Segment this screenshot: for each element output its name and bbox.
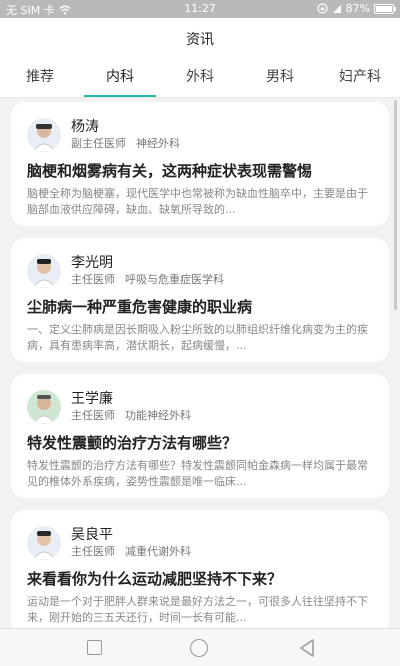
article-list[interactable]: 杨涛 副主任医师 神经外科 脑梗和烟雾病有关，这两种症状表现需警惕 脑梗全称为脑梗…	[0, 98, 400, 628]
author-title: 副主任医师	[71, 137, 126, 150]
avatar	[27, 526, 61, 560]
author-name: 王学廉	[71, 391, 113, 407]
avatar	[27, 118, 61, 152]
article-card[interactable]: 杨涛 副主任医师 神经外科 脑梗和烟雾病有关，这两种症状表现需警惕 脑梗全称为脑梗…	[11, 102, 389, 226]
article-excerpt: 运动是一个对于肥胖人群来说是最好方法之一，可很多人往往坚持不下来，刚开始的三五天…	[27, 595, 368, 624]
article-title[interactable]: 脑梗和烟雾病有关，这两种症状表现需警惕	[27, 160, 312, 181]
author-name: 杨涛	[71, 119, 99, 135]
category-tabs: 推荐 内科 外科 男科 妇产科	[0, 60, 400, 98]
page-title: 资讯	[186, 32, 214, 48]
system-nav-bar	[0, 628, 400, 666]
tab-andrology[interactable]: 男科	[240, 60, 320, 97]
author-department: 神经外科	[136, 137, 180, 150]
status-right: 87%	[316, 2, 396, 15]
author-meta: 主任医师 呼吸与危重症医学科	[71, 271, 224, 287]
scrollbar[interactable]	[394, 100, 397, 310]
article-card[interactable]: 吴良平 主任医师 减重代谢外科 来看看你为什么运动减肥坚持不下来？ 运动是一个对于…	[11, 510, 389, 628]
author-title: 主任医师	[71, 545, 115, 558]
article-excerpt: 特发性震颤的治疗方法有哪些？特发性震颤同帕金森病一样均属于最常见的椎体外系疾病，…	[27, 459, 368, 488]
tab-obstetrics-gynecology[interactable]: 妇产科	[320, 60, 400, 97]
back-icon[interactable]	[298, 638, 316, 658]
author-department: 功能神经外科	[125, 409, 191, 422]
author-meta: 主任医师 功能神经外科	[71, 407, 191, 423]
article-title[interactable]: 特发性震颤的治疗方法有哪些？	[27, 432, 237, 453]
author-title: 主任医师	[71, 273, 115, 286]
avatar	[27, 254, 61, 288]
battery-icon	[374, 3, 396, 14]
tab-internal-medicine[interactable]: 内科	[80, 60, 160, 97]
signal-icon	[332, 4, 341, 13]
author-title: 主任医师	[71, 409, 115, 422]
battery-percent: 87%	[345, 2, 370, 15]
avatar	[27, 390, 61, 424]
article-title[interactable]: 来看看你为什么运动减肥坚持不下来？	[27, 568, 282, 589]
article-card[interactable]: 王学廉 主任医师 功能神经外科 特发性震颤的治疗方法有哪些？ 特发性震颤的治疗方法…	[11, 374, 389, 498]
author-meta: 副主任医师 神经外科	[71, 135, 180, 151]
battery-level	[376, 5, 392, 12]
author-meta: 主任医师 减重代谢外科	[71, 543, 191, 559]
tab-recommend[interactable]: 推荐	[0, 60, 80, 97]
recent-apps-icon[interactable]	[87, 640, 102, 655]
home-icon[interactable]	[190, 639, 208, 657]
author-name: 吴良平	[71, 527, 113, 543]
article-excerpt: 脑梗全称为脑梗塞，现代医学中也常被称为缺血性脑卒中，主要是由于脑部血液供应障碍，…	[27, 187, 368, 216]
author-name: 李光明	[71, 255, 113, 271]
rotation-lock-icon	[316, 3, 328, 14]
page-header: 资讯	[0, 18, 400, 60]
author-department: 呼吸与危重症医学科	[125, 273, 224, 286]
article-excerpt: 一、定义尘肺病是因长期吸入粉尘所致的以肺组织纤维化病变为主的疾病，具有患病率高，…	[27, 323, 368, 352]
tab-surgery[interactable]: 外科	[160, 60, 240, 97]
article-card[interactable]: 李光明 主任医师 呼吸与危重症医学科 尘肺病一种严重危害健康的职业病 一、定义尘肺…	[11, 238, 389, 362]
article-title[interactable]: 尘肺病一种严重危害健康的职业病	[27, 296, 252, 317]
status-bar: 无 SIM 卡 11:27 87%	[0, 0, 400, 18]
author-department: 减重代谢外科	[125, 545, 191, 558]
